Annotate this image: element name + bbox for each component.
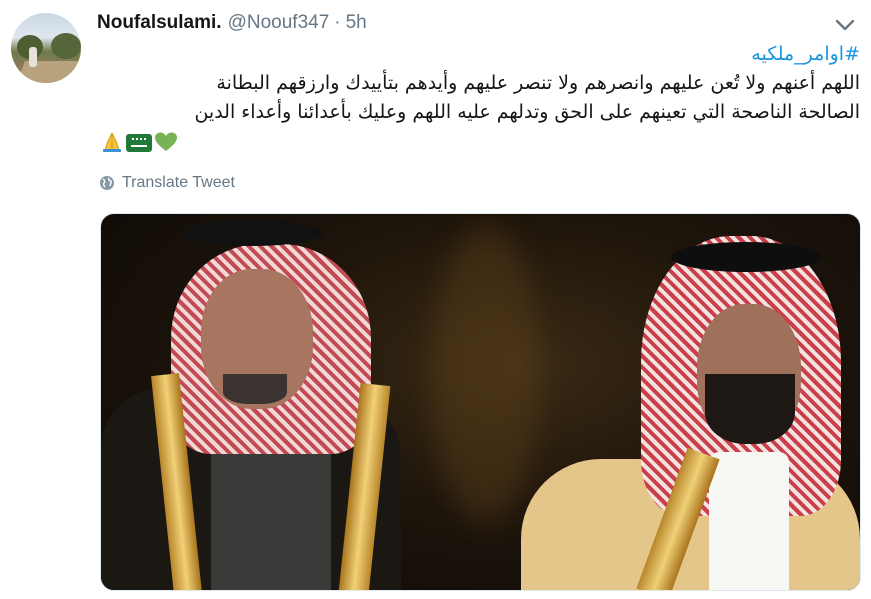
photo-figure-left-agal xyxy=(183,220,323,246)
green-heart-emoji xyxy=(155,132,177,151)
photo-figure-right-agal xyxy=(671,242,821,272)
photo-figure-right-collar xyxy=(709,452,789,590)
avatar-tree xyxy=(51,33,81,59)
translate-tweet-button[interactable]: Translate Tweet xyxy=(99,174,235,192)
avatar-path xyxy=(16,61,81,83)
photo-figure-right-beard xyxy=(705,374,795,444)
separator-dot: · xyxy=(334,12,341,33)
photo-figure-left-beard xyxy=(223,374,287,404)
tweet-photo[interactable] xyxy=(100,213,861,591)
tweet-text-line: اللهم أعنهم ولا تُعن عليهم وانصرهم ولا ت… xyxy=(216,72,860,94)
tweet-text-line: الصالحة الناصحة التي تعينهم على الحق وتد… xyxy=(194,101,860,123)
avatar[interactable] xyxy=(11,13,81,83)
tweet[interactable]: Noufalsulami. @Noouf347 · 5h #اوامر_ملكي… xyxy=(0,0,871,599)
tweet-text: #اوامر_ملكيه اللهم أعنهم ولا تُعن عليهم … xyxy=(100,40,860,156)
author-name[interactable]: Noufalsulami. xyxy=(97,12,222,34)
hashtag-link[interactable]: #اوامر_ملكيه xyxy=(751,43,860,65)
emoji-row xyxy=(100,127,860,156)
globe-icon xyxy=(100,176,114,190)
saudi-flag-emoji xyxy=(126,133,152,152)
chevron-down-icon[interactable] xyxy=(834,16,856,34)
photo-figure-left-thobe xyxy=(211,439,331,590)
tweet-header: Noufalsulami. @Noouf347 · 5h xyxy=(97,12,367,36)
tweet-timestamp[interactable]: 5h xyxy=(346,12,367,34)
translate-label: Translate Tweet xyxy=(122,174,235,191)
author-handle[interactable]: @Noouf347 xyxy=(228,12,330,34)
avatar-person xyxy=(29,47,37,67)
folded-hands-emoji xyxy=(103,132,121,152)
photo-background-light xyxy=(431,224,541,524)
